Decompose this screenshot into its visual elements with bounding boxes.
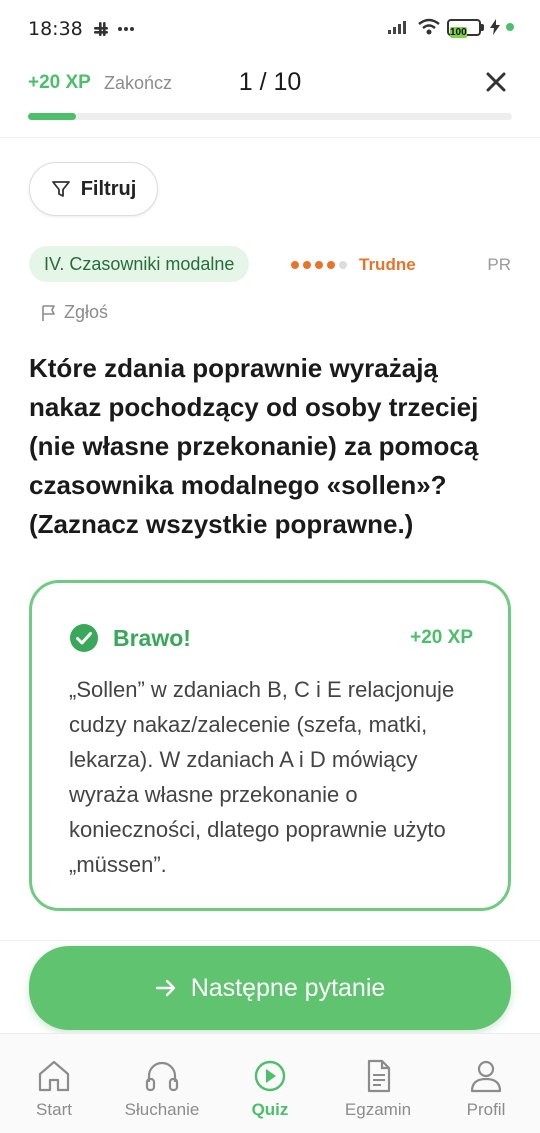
- difficulty-dot: [339, 261, 347, 269]
- question-text: Które zdania poprawnie wyrażają nakaz po…: [29, 353, 479, 539]
- nav-label: Słuchanie: [124, 1100, 200, 1119]
- difficulty-dot: [291, 261, 299, 269]
- arrow-right-icon: [155, 979, 175, 997]
- report-label: Zgłoś: [64, 302, 109, 322]
- difficulty-dot: [303, 261, 311, 269]
- feedback-header: Brawo!: [69, 623, 191, 653]
- nav-item-listening[interactable]: Słuchanie: [108, 1034, 216, 1133]
- slack-icon: [93, 22, 108, 36]
- check-circle-icon: [70, 624, 98, 652]
- report-button[interactable]: Zgłoś: [40, 302, 108, 323]
- progress-bar-fill: [28, 113, 77, 120]
- filter-button[interactable]: Filtruj: [29, 162, 158, 216]
- difficulty-indicator: Trudne: [291, 255, 416, 275]
- divider: [0, 940, 540, 941]
- home-icon: [38, 1060, 70, 1092]
- status-right: 100: [387, 18, 514, 38]
- nav-label: Egzamin: [344, 1100, 412, 1119]
- nav-label: Quiz: [251, 1100, 289, 1119]
- difficulty-dots: [291, 261, 347, 269]
- signal-icon: [388, 21, 406, 34]
- more-icon: [117, 27, 134, 31]
- nav-label: Start: [36, 1100, 72, 1119]
- feedback-title: Brawo!: [113, 624, 191, 651]
- feedback-card: Brawo! +20 XP „Sollen” w zdaniach B, C i…: [29, 580, 511, 911]
- quiz-header: +20 XP Zakończ 1 / 10: [0, 58, 540, 108]
- nav-item-profile[interactable]: Profil: [432, 1034, 540, 1133]
- battery-level: 100: [450, 26, 467, 38]
- difficulty-label: Trudne: [359, 255, 416, 274]
- feedback-explanation: „Sollen” w zdaniach B, C i E relacjonuje…: [69, 677, 455, 877]
- difficulty-dot: [315, 261, 323, 269]
- feedback-xp: +20 XP: [410, 627, 473, 648]
- nav-item-exam[interactable]: Egzamin: [324, 1034, 432, 1133]
- progress-bar: [28, 113, 512, 120]
- filter-label: Filtruj: [80, 177, 137, 200]
- nav-item-start[interactable]: Start: [0, 1034, 108, 1133]
- status-time: 18:38: [28, 18, 83, 40]
- divider: [0, 137, 540, 138]
- next-question-button[interactable]: Następne pytanie: [29, 946, 511, 1030]
- document-icon: [367, 1059, 391, 1093]
- nav-item-quiz[interactable]: Quiz: [216, 1034, 324, 1133]
- flag-icon: [42, 304, 55, 321]
- language-code: PR: [487, 255, 511, 274]
- next-question-label: Następne pytanie: [190, 973, 386, 1002]
- notification-dot: [506, 23, 514, 31]
- filter-icon: [51, 181, 70, 197]
- status-left-icons: [93, 21, 135, 37]
- user-icon: [470, 1060, 502, 1093]
- headphones-icon: [145, 1061, 179, 1092]
- question-progress: 1 / 10: [238, 68, 302, 96]
- close-icon[interactable]: [482, 68, 510, 96]
- play-circle-icon: [254, 1060, 286, 1092]
- status-bar: 18:38 100: [0, 0, 540, 58]
- category-chip: IV. Czasowniki modalne: [29, 246, 250, 282]
- wifi-icon: [418, 18, 440, 35]
- bottom-navigation: Start Słuchanie Quiz Egzamin Profil: [0, 1033, 540, 1133]
- difficulty-dot: [327, 261, 335, 269]
- battery-icon: 100: [447, 18, 484, 38]
- charging-icon: [490, 19, 500, 35]
- nav-label: Profil: [466, 1100, 506, 1119]
